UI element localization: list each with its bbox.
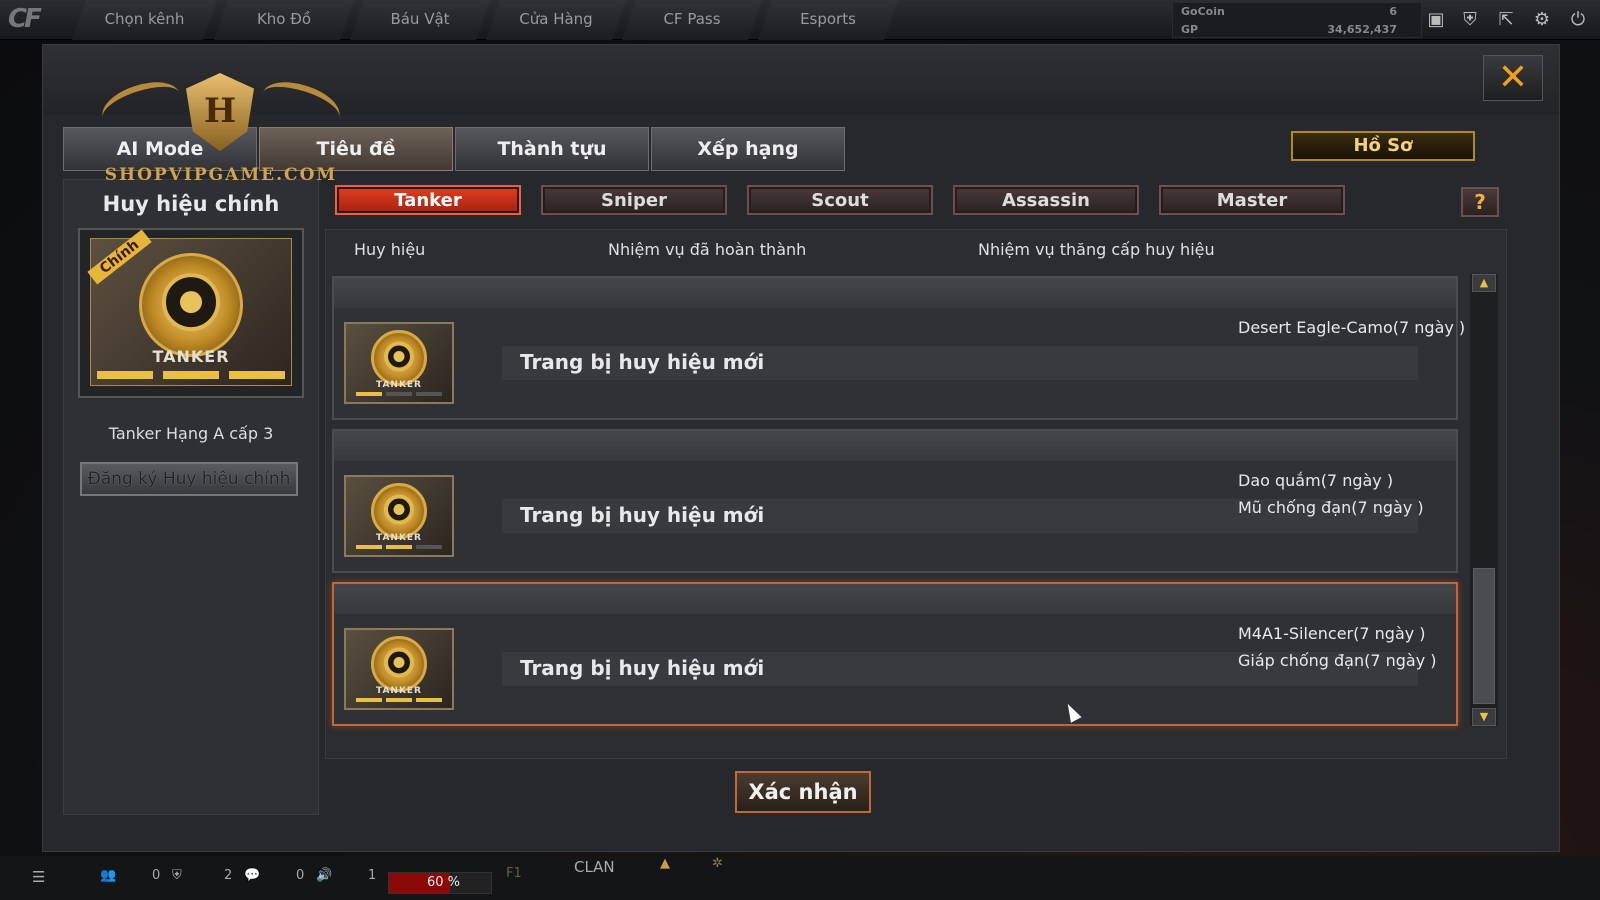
currency-panel: GoCoin 6 GP 34,652,437	[1172, 2, 1422, 38]
reward-item: Dao quắm(7 ngày )	[1238, 471, 1394, 490]
reward-item: Mũ chống đạn(7 ngày )	[1238, 498, 1424, 517]
nav-tab-shop[interactable]: Cửa Hàng	[486, 0, 626, 40]
row-badge-image: TANKER	[344, 475, 454, 557]
shield-icon[interactable]: ⛨	[1456, 6, 1484, 34]
class-tab-assassin[interactable]: Assassin	[953, 185, 1139, 215]
badge-list-panel: Huy hiệu Nhiệm vụ đã hoàn thành Nhiệm vụ…	[325, 229, 1507, 759]
gocoin-value: 6	[1389, 5, 1397, 18]
tanker-emblem-icon	[139, 253, 243, 357]
main-badge-level-bars	[91, 371, 291, 379]
top-nav-bar: CF Chọn kênh Kho Đồ Báu Vật Cửa Hàng CF …	[0, 0, 1600, 40]
mission-text: Trang bị huy hiệu mới	[520, 656, 765, 680]
main-ribbon: Chính	[87, 229, 152, 285]
class-tab-tanker[interactable]: Tanker	[335, 185, 521, 215]
expand-up-icon[interactable]: ▲	[660, 856, 670, 871]
volume-count: 1	[368, 868, 377, 883]
class-tab-sniper[interactable]: Sniper	[541, 185, 727, 215]
reward-item: Giáp chống đạn(7 ngày )	[1238, 651, 1437, 670]
confirm-button[interactable]: Xác nhận	[735, 771, 871, 813]
power-icon[interactable]: ⏻	[1564, 6, 1592, 34]
brand-text: SHOPVIPGAME.COM	[104, 165, 338, 185]
friends-icon[interactable]: 👥	[100, 868, 116, 883]
brand-watermark: H SHOPVIPGAME.COM	[91, 49, 351, 189]
row-badge-label: TANKER	[376, 686, 422, 696]
rank-icon[interactable]: ▣	[1422, 6, 1450, 34]
progress-bar: 60 %	[388, 872, 492, 894]
nav-tab-treasure[interactable]: Báu Vật	[350, 0, 490, 40]
table-row-selected[interactable]: TANKER Trang bị huy hiệu mới M4A1-Silenc…	[332, 582, 1458, 726]
table-row[interactable]: TANKER Trang bị huy hiệu mới Dao quắm(7 …	[332, 429, 1458, 573]
profile-button[interactable]: Hồ Sơ	[1291, 131, 1475, 161]
close-icon: ✕	[1497, 57, 1529, 98]
chat-icon[interactable]: 💬	[244, 868, 260, 883]
reward-item: M4A1-Silencer(7 ngày )	[1238, 624, 1426, 643]
gp-label: GP	[1181, 23, 1199, 36]
row-badge-label: TANKER	[376, 533, 422, 543]
register-main-badge-button[interactable]: Đăng ký Huy hiệu chính	[80, 462, 298, 496]
progress-text: 60 %	[427, 875, 461, 890]
tab-rankings[interactable]: Xếp hạng	[651, 127, 845, 171]
badge-dialog: ✕ AI Mode Tiêu đề Thành tựu Xếp hạng Hồ …	[42, 44, 1560, 852]
main-badge-panel: Huy hiệu chính Chính TANKER Tanker Hạng …	[63, 179, 319, 815]
right-wing-icon	[256, 73, 346, 137]
gp-row: GP 34,652,437	[1181, 23, 1397, 36]
mission-strip: Trang bị huy hiệu mới	[502, 346, 1418, 380]
main-badge-title: Huy hiệu chính	[102, 192, 280, 216]
main-badge-image: Chính TANKER	[87, 229, 292, 386]
main-badge-label: TANKER	[152, 347, 230, 366]
gocoin-label: GoCoin	[1181, 5, 1225, 18]
main-badge-frame: Chính TANKER	[78, 228, 304, 398]
menu-icon[interactable]: ☰	[32, 868, 45, 886]
clan-count: 2	[224, 868, 233, 883]
tab-achievements[interactable]: Thành tựu	[455, 127, 649, 171]
row-badge-level-bars	[346, 392, 452, 396]
mission-text: Trang bị huy hiệu mới	[520, 350, 765, 374]
nav-tab-esports[interactable]: Esports	[758, 0, 898, 40]
game-window: CF Chọn kênh Kho Đồ Báu Vật Cửa Hàng CF …	[0, 0, 1600, 900]
scroll-up-icon[interactable]: ▲	[1472, 274, 1496, 292]
left-wing-icon	[96, 73, 186, 137]
brand-shield-icon: H	[186, 73, 254, 151]
gp-value: 34,652,437	[1327, 23, 1397, 36]
class-tab-scout[interactable]: Scout	[747, 185, 933, 215]
volume-icon[interactable]: 🔊	[316, 868, 332, 883]
nav-tab-channel[interactable]: Chọn kênh	[72, 0, 217, 40]
table-row[interactable]: TANKER Trang bị huy hiệu mới Desert Eagl…	[332, 276, 1465, 420]
nav-tab-cf-pass[interactable]: CF Pass	[622, 0, 762, 40]
row-badge-image: TANKER	[344, 628, 454, 710]
bottom-status-bar	[0, 856, 1600, 900]
tanker-emblem-icon	[371, 636, 427, 692]
f1-key-icon[interactable]: F1	[506, 866, 522, 881]
chat-count: 0	[296, 868, 305, 883]
exit-room-icon[interactable]: ⇱	[1492, 6, 1520, 34]
gear-icon[interactable]: ⚙	[1528, 6, 1556, 34]
close-button[interactable]: ✕	[1483, 55, 1543, 101]
list-scrollbar[interactable]: ▲ ▼	[1470, 274, 1498, 726]
scroll-down-icon[interactable]: ▼	[1472, 708, 1496, 726]
main-badge-rank: Tanker Hạng A cấp 3	[108, 424, 274, 443]
column-header-badge: Huy hiệu	[354, 240, 426, 259]
row-badge-level-bars	[346, 698, 452, 702]
settings-small-icon[interactable]: ✲	[712, 856, 723, 871]
tanker-emblem-icon	[371, 330, 427, 386]
clan-label[interactable]: CLAN	[574, 858, 615, 876]
scrollbar-thumb[interactable]	[1473, 568, 1495, 704]
nav-tab-inventory[interactable]: Kho Đồ	[214, 0, 354, 40]
row-badge-label: TANKER	[376, 380, 422, 390]
help-button[interactable]: ?	[1461, 187, 1499, 217]
row-badge-image: TANKER	[344, 322, 454, 404]
gocoin-row: GoCoin 6	[1181, 5, 1397, 18]
column-header-completed: Nhiệm vụ đã hoàn thành	[608, 240, 807, 259]
clan-shield-icon[interactable]: ⛨	[172, 868, 182, 883]
row-badge-level-bars	[346, 545, 452, 549]
cf-logo-icon: CF	[8, 4, 42, 34]
tanker-emblem-icon	[371, 483, 427, 539]
friends-count: 0	[152, 868, 161, 883]
class-tab-master[interactable]: Master	[1159, 185, 1345, 215]
mission-text: Trang bị huy hiệu mới	[520, 503, 765, 527]
column-header-upgrade: Nhiệm vụ thăng cấp huy hiệu	[978, 240, 1215, 259]
reward-item: Desert Eagle-Camo(7 ngày )	[1238, 318, 1466, 337]
